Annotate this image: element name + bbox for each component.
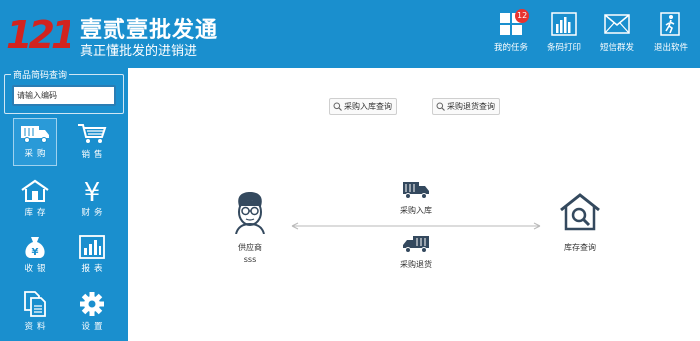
sidebar-item-reports[interactable]: 报表 (70, 230, 114, 278)
sidebar-item-settings-label: 设置 (81, 322, 107, 332)
inventory-query-label: 库存查询 (564, 243, 596, 252)
flow-arrow-line (291, 222, 541, 230)
app-slogan: 真正懂批发的进销进 (80, 44, 198, 59)
sidebar-item-inventory[interactable]: 库存 (13, 174, 57, 222)
barcode-print-button[interactable]: 条码打印 (538, 12, 590, 60)
svg-text:121: 121 (6, 13, 70, 54)
sidebar-item-data[interactable]: 资料 (13, 286, 57, 334)
purchase-return-query-button[interactable]: 采购退货查询 (432, 98, 500, 115)
sidebar-item-finance[interactable]: ¥ 财务 (70, 174, 114, 222)
envelope-icon (604, 14, 630, 34)
sidebar-item-sales-label: 销售 (81, 150, 107, 160)
cart-icon (78, 124, 107, 143)
barcode-print-label: 条码打印 (546, 43, 581, 53)
purchase-flow-panel: 采购入库查询 采购退货查询 供应商 sss 采购入库 采购退货 库存查询 (130, 70, 698, 341)
sidebar-item-reports-label: 报表 (81, 264, 107, 274)
documents-icon (24, 291, 46, 317)
supplier-avatar-icon[interactable] (230, 190, 270, 234)
main-panel: 采购入库查询 采购退货查询 供应商 sss 采购入库 采购退货 库存查询 (128, 68, 700, 341)
purchase-return-truck-icon[interactable] (402, 234, 430, 254)
inventory-search-house-icon[interactable] (558, 192, 602, 232)
sms-broadcast-label: 短信群发 (599, 43, 634, 53)
supplier-name: sss (243, 255, 257, 264)
purchase-inbound-query-label: 采购入库查询 (344, 102, 392, 111)
sidebar-item-inventory-label: 库存 (24, 208, 50, 218)
top-header: 121 壹贰壹批发通 真正懂批发的进销进 12 我的任务 条码打印 短信群发 退… (0, 0, 700, 68)
search-legend: 商品简码查询 (11, 68, 70, 81)
money-bag-icon: ¥ (25, 237, 45, 258)
purchase-return-query-label: 采购退货查询 (447, 102, 495, 111)
exit-label: 退出软件 (653, 43, 688, 53)
report-chart-icon (79, 235, 105, 259)
truck-icon (21, 126, 49, 143)
purchase-return-label: 采购退货 (400, 260, 432, 269)
product-code-search-group: 商品简码查询 (4, 68, 124, 114)
sidebar-item-cashier-label: 收银 (24, 264, 50, 274)
exit-button[interactable]: 退出软件 (645, 12, 697, 60)
sidebar-item-data-label: 资料 (24, 322, 50, 332)
sidebar: 商品简码查询 采购 销售 库存 ¥ 财务 (0, 68, 128, 341)
yen-icon: ¥ (84, 179, 101, 203)
warehouse-icon (21, 179, 49, 202)
task-count-badge: 12 (515, 9, 530, 23)
purchase-inbound-label: 采购入库 (400, 206, 432, 215)
sidebar-item-finance-label: 财务 (81, 208, 107, 218)
sidebar-item-cashier[interactable]: ¥ 收银 (13, 230, 57, 278)
purchase-inbound-query-button[interactable]: 采购入库查询 (329, 98, 397, 115)
sidebar-item-settings[interactable]: 设置 (70, 286, 114, 334)
app-logo: 121 (6, 13, 70, 54)
my-tasks-button[interactable]: 12 我的任务 (485, 9, 537, 60)
gear-icon (80, 292, 104, 316)
my-tasks-label: 我的任务 (493, 43, 528, 53)
supplier-label: 供应商 (238, 243, 262, 252)
sms-broadcast-button[interactable]: 短信群发 (591, 12, 643, 60)
exit-door-icon (660, 12, 680, 36)
svg-text:¥: ¥ (32, 247, 39, 258)
barcode-chart-icon (551, 12, 577, 36)
sidebar-item-purchase[interactable]: 采购 (13, 118, 57, 166)
magnifier-icon (333, 102, 342, 111)
svg-text:¥: ¥ (84, 179, 101, 203)
sidebar-item-purchase-label: 采购 (24, 149, 50, 159)
sidebar-item-sales[interactable]: 销售 (70, 118, 114, 166)
magnifier-icon (436, 102, 445, 111)
purchase-inbound-truck-icon[interactable] (402, 180, 430, 200)
product-code-input[interactable] (12, 85, 116, 106)
